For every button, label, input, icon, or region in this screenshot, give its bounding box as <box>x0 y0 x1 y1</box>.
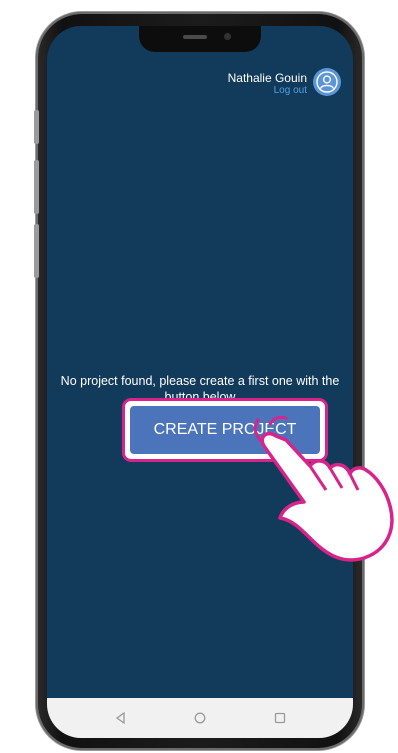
logout-link[interactable]: Log out <box>228 85 307 97</box>
phone-side-button <box>34 224 39 278</box>
android-nav-bar <box>47 698 353 738</box>
notch <box>139 26 261 52</box>
phone-screen: Nathalie Gouin Log out No project found,… <box>47 26 353 738</box>
speaker <box>183 35 207 39</box>
phone-side-button <box>34 110 39 144</box>
front-camera <box>224 33 231 40</box>
create-project-button[interactable]: CREATE PROJECT <box>130 406 320 454</box>
user-info: Nathalie Gouin Log out <box>228 71 307 97</box>
avatar[interactable] <box>313 68 341 96</box>
home-icon[interactable] <box>194 712 206 724</box>
back-icon[interactable] <box>115 712 127 724</box>
user-icon <box>316 71 338 93</box>
phone-side-button <box>34 160 39 214</box>
user-name: Nathalie Gouin <box>227 71 307 85</box>
recents-icon[interactable] <box>274 712 286 724</box>
